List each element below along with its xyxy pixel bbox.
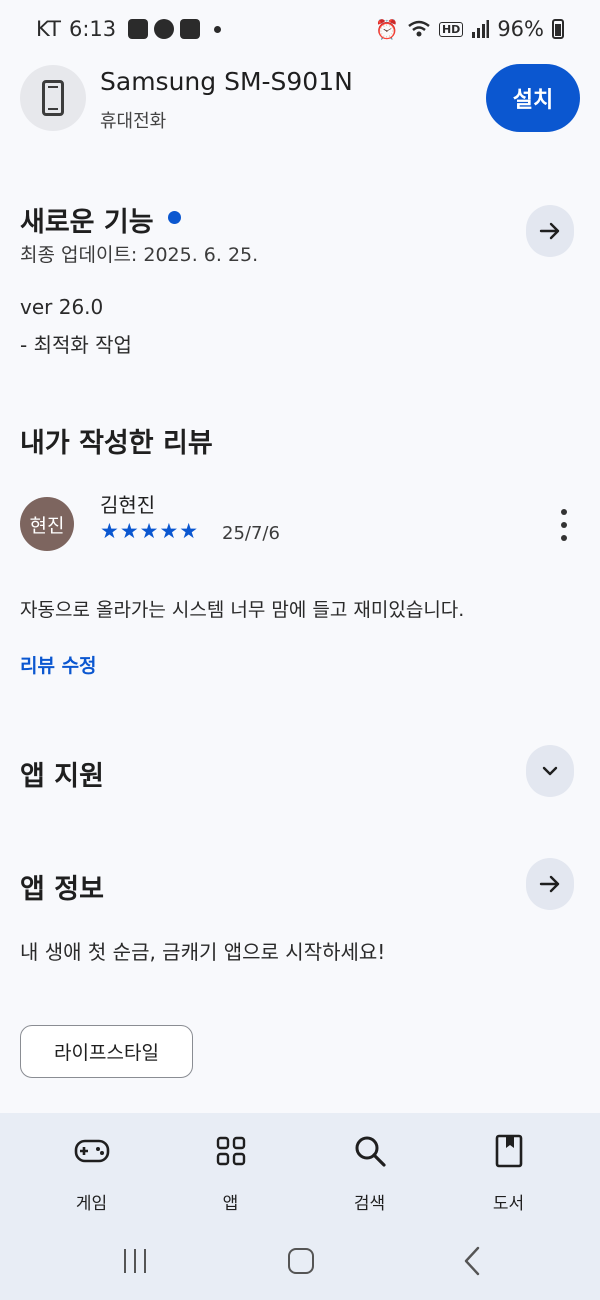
carrier-label: KT xyxy=(36,17,61,41)
nav-item-books[interactable]: 도서 xyxy=(454,1113,564,1223)
signal-icon xyxy=(472,20,490,38)
avatar: 현진 xyxy=(20,497,74,551)
nav-item-apps[interactable]: 앱 xyxy=(176,1113,286,1223)
status-right: ⏰ HD 96% xyxy=(375,17,564,41)
app-support-expand-button[interactable] xyxy=(526,745,574,797)
book-icon xyxy=(495,1133,523,1169)
device-avatar xyxy=(20,65,86,131)
app-description: 내 생애 첫 순금, 금캐기 앱으로 시작하세요! xyxy=(20,940,386,964)
arrow-right-icon xyxy=(539,222,560,240)
nav-item-search[interactable]: 검색 xyxy=(315,1113,425,1223)
status-left: KT 6:13 xyxy=(36,17,222,41)
chevron-down-icon xyxy=(542,766,558,776)
install-button[interactable]: 설치 xyxy=(486,64,580,132)
tool-notification-icon xyxy=(180,19,201,39)
my-review-title: 내가 작성한 리뷰 xyxy=(20,428,213,459)
back-chevron-icon xyxy=(464,1246,480,1276)
star-rating: ★★★★★ xyxy=(100,519,200,543)
recents-button[interactable] xyxy=(120,1243,150,1279)
back-button[interactable] xyxy=(460,1243,484,1279)
status-bar: KT 6:13 ⏰ HD 96% xyxy=(0,0,600,58)
app-info-arrow-button[interactable] xyxy=(526,858,574,910)
app-support-title: 앱 지원 xyxy=(20,761,104,792)
hd-network-badge: HD xyxy=(438,21,464,37)
app-header: Samsung SM-S901N 휴대전화 설치 xyxy=(20,63,580,133)
system-navigation-bar xyxy=(0,1223,600,1300)
whats-new-title: 새로운 기능 xyxy=(20,207,154,238)
device-type: 휴대전화 xyxy=(100,111,167,132)
battery-icon xyxy=(552,19,564,39)
search-icon xyxy=(353,1133,387,1169)
new-indicator-dot xyxy=(168,211,181,224)
app-info-title: 앱 정보 xyxy=(20,874,104,905)
nav-label-apps: 앱 xyxy=(222,1194,239,1214)
nav-label-games: 게임 xyxy=(75,1194,108,1214)
reviewer-name: 김현진 xyxy=(100,493,156,517)
device-title: Samsung SM-S901N xyxy=(100,67,353,96)
pill-notification-icon xyxy=(154,19,175,39)
edit-review-link[interactable]: 리뷰 수정 xyxy=(20,651,97,678)
nav-label-search: 검색 xyxy=(353,1194,386,1214)
gamepad-icon xyxy=(74,1133,110,1169)
notification-icons xyxy=(128,19,222,39)
status-time: 6:13 xyxy=(68,17,117,41)
category-chip[interactable]: 라이프스타일 xyxy=(20,1025,193,1078)
home-button[interactable] xyxy=(286,1243,316,1279)
apps-grid-icon xyxy=(216,1133,246,1169)
alarm-icon: ⏰ xyxy=(375,18,399,41)
review-date: 25/7/6 xyxy=(222,523,280,544)
more-options-icon[interactable] xyxy=(558,509,570,541)
notification-app-icon xyxy=(128,19,149,39)
update-note: - 최적화 작업 xyxy=(20,333,132,357)
review-text: 자동으로 올라가는 시스템 너무 맘에 들고 재미있습니다. xyxy=(20,599,465,621)
battery-percent: 96% xyxy=(497,17,544,41)
version-text: ver 26.0 xyxy=(20,295,104,319)
phone-icon xyxy=(42,80,64,116)
more-notifications-icon xyxy=(214,25,222,33)
arrow-right-icon xyxy=(539,875,560,893)
home-icon xyxy=(288,1248,314,1274)
bottom-navigation: 게임 앱 검색 도서 xyxy=(0,1113,600,1223)
whats-new-arrow-button[interactable] xyxy=(526,205,574,257)
nav-item-games[interactable]: 게임 xyxy=(37,1113,147,1223)
nav-label-books: 도서 xyxy=(492,1194,525,1214)
last-updated: 최종 업데이트: 2025. 6. 25. xyxy=(20,244,259,266)
wifi-icon xyxy=(408,20,430,37)
